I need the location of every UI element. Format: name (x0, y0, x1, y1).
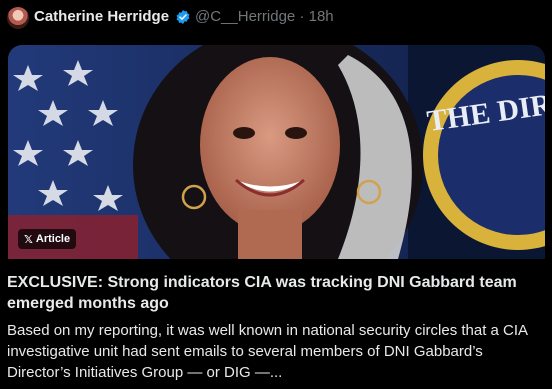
author-handle[interactable]: @C__Herridge (195, 8, 295, 25)
article-card-image[interactable]: THE DIRE (8, 45, 545, 259)
author-handle-and-time[interactable]: @C__Herridge · 18h (195, 8, 334, 25)
article-excerpt[interactable]: Based on my reporting, it was well known… (7, 320, 547, 383)
avatar[interactable] (7, 7, 29, 29)
post-time[interactable]: 18h (309, 8, 334, 25)
article-badge: 𝕏 Article (18, 229, 77, 249)
article-headline[interactable]: EXCLUSIVE: Strong indicators CIA was tra… (7, 272, 547, 314)
article-badge-label: Article (35, 233, 71, 245)
separator: · (299, 8, 305, 25)
x-logo-icon: 𝕏 (24, 233, 33, 246)
author-name[interactable]: Catherine Herridge (34, 8, 169, 25)
verified-badge-icon (176, 10, 190, 24)
post-header: Catherine Herridge @C__Herridge · 18h (0, 0, 552, 36)
portrait-image: THE DIRE (8, 45, 545, 259)
